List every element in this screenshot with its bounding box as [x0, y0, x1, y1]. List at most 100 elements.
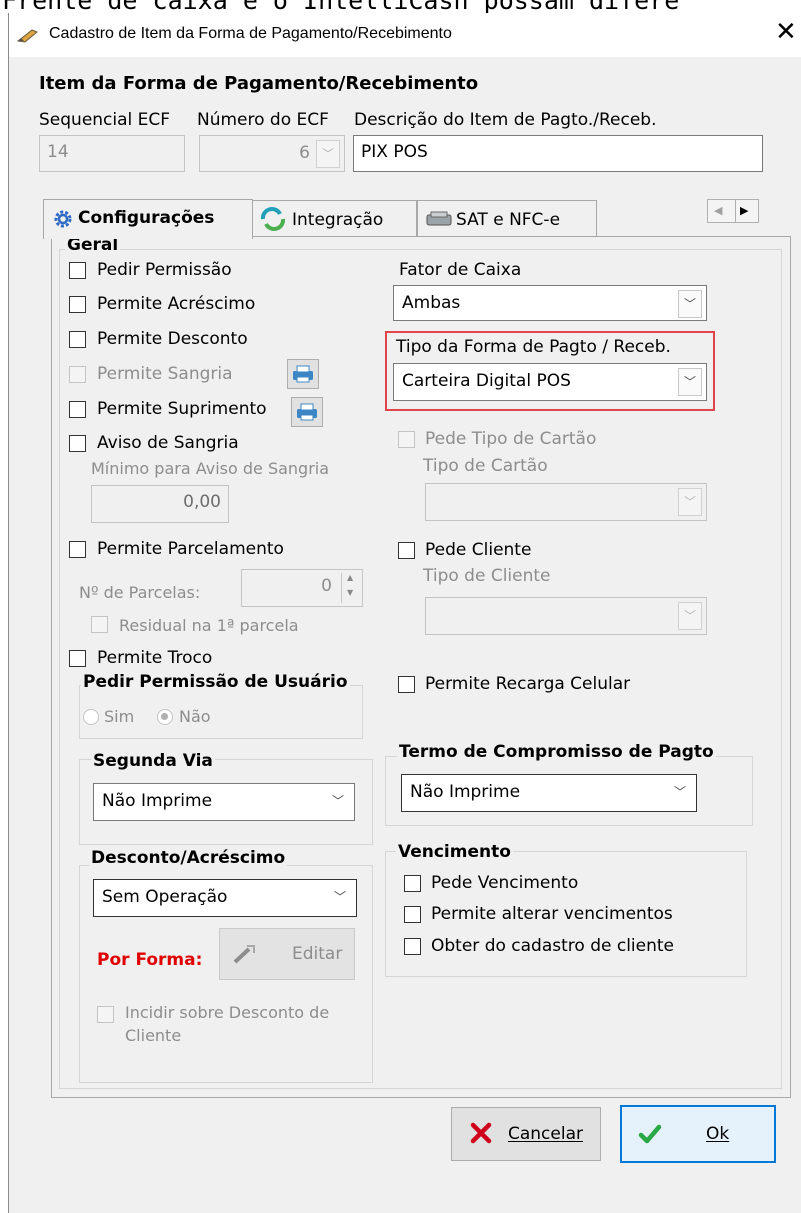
chevron-down-icon: ﹀	[333, 890, 346, 904]
scroll-left-icon[interactable]: ◀	[714, 204, 722, 217]
desconto-acrescimo-title: Desconto/Acréscimo	[89, 848, 288, 868]
chevron-down-icon: ﹀	[678, 368, 702, 396]
tab-integracao-label: Integração	[292, 210, 384, 230]
seq-ecf-field: 14	[39, 135, 185, 172]
desconto-acrescimo-value: Sem Operação	[102, 887, 228, 907]
permite-sangria-checkbox	[69, 366, 86, 383]
incidir-label-line2: Cliente	[125, 1026, 182, 1045]
chevron-down-icon: ﹀	[678, 602, 702, 630]
pedir-permissao-checkbox[interactable]	[69, 262, 86, 279]
tipo-cliente-label: Tipo de Cliente	[423, 566, 551, 586]
termo-title: Termo de Compromisso de Pagto	[397, 742, 716, 762]
termo-value: Não Imprime	[410, 782, 521, 802]
permite-desconto-checkbox[interactable]	[69, 331, 86, 348]
chevron-down-icon: ﹀	[331, 794, 344, 808]
sync-icon	[260, 207, 286, 236]
gear-icon	[52, 208, 74, 235]
scroll-right-icon[interactable]: ▶	[740, 204, 748, 217]
suprimento-print-button[interactable]	[291, 397, 323, 427]
cancel-x-icon	[470, 1122, 492, 1149]
printer-icon	[295, 403, 319, 426]
tipo-cartao-label: Tipo de Cartão	[423, 456, 548, 476]
permite-suprimento-checkbox[interactable]	[69, 401, 86, 418]
permite-desconto-label: Permite Desconto	[97, 329, 248, 349]
pede-cliente-checkbox[interactable]	[398, 542, 415, 559]
segunda-via-value: Não Imprime	[102, 791, 213, 811]
incidir-checkbox	[97, 1006, 114, 1023]
tipo-cartao-select: ﹀	[425, 483, 707, 521]
num-parcelas-label: Nº de Parcelas:	[79, 583, 201, 602]
num-ecf-label: Número do ECF	[197, 110, 329, 130]
chevron-down-icon: ﹀	[678, 488, 702, 516]
pedir-permissao-label: Pedir Permissão	[97, 260, 232, 280]
scroller-divider	[735, 200, 736, 222]
chevron-down-icon: ﹀	[316, 140, 340, 168]
ok-label: Ok	[706, 1124, 730, 1144]
sangria-print-button[interactable]	[287, 359, 319, 389]
aviso-sangria-label: Aviso de Sangria	[97, 433, 239, 453]
checkmark-icon	[638, 1123, 662, 1150]
tipo-forma-value: Carteira Digital POS	[402, 371, 571, 391]
sim-label: Sim	[104, 707, 135, 726]
permite-alterar-label: Permite alterar vencimentos	[431, 904, 673, 924]
permite-troco-checkbox[interactable]	[69, 650, 86, 667]
permite-recarga-checkbox[interactable]	[398, 676, 415, 693]
por-forma-label: Por Forma:	[97, 950, 203, 970]
num-ecf-select: 6 ﹀	[199, 135, 345, 172]
minimo-aviso-field: 0,00	[91, 485, 229, 523]
tipo-forma-select[interactable]: Carteira Digital POS ﹀	[393, 363, 707, 401]
editar-button[interactable]: Editar	[219, 928, 355, 980]
segunda-via-select[interactable]: Não Imprime ﹀	[93, 783, 355, 821]
parcelas-spinner: ▲ ▼	[341, 573, 360, 603]
tipo-cliente-select: ﹀	[425, 597, 707, 635]
printer-icon	[291, 365, 315, 388]
pencil-app-icon	[16, 27, 39, 47]
residual-checkbox	[91, 616, 108, 633]
nao-label: Não	[179, 707, 211, 726]
tipo-forma-label: Tipo da Forma de Pagto / Receb.	[396, 337, 671, 357]
seq-ecf-label: Sequencial ECF	[39, 110, 171, 130]
tab-sat-nfce-label: SAT e NFC-e	[456, 210, 561, 230]
obter-cadastro-checkbox[interactable]	[404, 938, 421, 955]
permite-alterar-checkbox[interactable]	[404, 906, 421, 923]
incidir-label-line1: Incidir sobre Desconto de	[125, 1003, 330, 1022]
pedir-permissao-usuario-title: Pedir Permissão de Usuário	[81, 672, 350, 692]
printer-icon	[426, 211, 452, 232]
pede-vencimento-checkbox[interactable]	[404, 875, 421, 892]
chevron-down-icon: ﹀	[673, 785, 686, 799]
spin-up-icon: ▲	[347, 573, 354, 582]
minimo-aviso-label: Mínimo para Aviso de Sangria	[91, 459, 330, 478]
ok-button[interactable]: Ok	[620, 1105, 776, 1163]
tab-scroller[interactable]: ◀ ▶	[707, 199, 759, 223]
permite-acrescimo-checkbox[interactable]	[69, 296, 86, 313]
tab-configuracoes[interactable]: Configurações	[43, 199, 253, 239]
termo-select[interactable]: Não Imprime ﹀	[401, 774, 697, 812]
tab-sat-nfce[interactable]: SAT e NFC-e	[417, 200, 597, 238]
aviso-sangria-checkbox[interactable]	[69, 435, 86, 452]
nao-radio	[157, 709, 173, 725]
cancelar-button[interactable]: Cancelar	[451, 1107, 601, 1161]
pede-cliente-label: Pede Cliente	[425, 540, 532, 560]
wand-icon	[232, 943, 258, 970]
pede-vencimento-label: Pede Vencimento	[431, 873, 579, 893]
desc-field[interactable]: PIX POS	[353, 135, 763, 172]
close-icon[interactable]: ✕	[775, 19, 797, 45]
tab-configuracoes-label: Configurações	[78, 208, 215, 228]
chevron-down-icon: ﹀	[678, 290, 702, 318]
permite-parcelamento-checkbox[interactable]	[69, 541, 86, 558]
section-title: Item da Forma de Pagamento/Recebimento	[39, 73, 479, 94]
fator-caixa-select[interactable]: Ambas ﹀	[393, 285, 707, 321]
vencimento-title: Vencimento	[396, 842, 513, 862]
pede-tipo-cartao-label: Pede Tipo de Cartão	[425, 429, 597, 449]
fator-caixa-value: Ambas	[402, 293, 461, 313]
permite-parcelamento-label: Permite Parcelamento	[97, 539, 284, 559]
dialog-window: Cadastro de Item da Forma de Pagamento/R…	[8, 13, 801, 1213]
segunda-via-title: Segunda Via	[91, 751, 215, 771]
title-bar: Cadastro de Item da Forma de Pagamento/R…	[9, 13, 801, 57]
tab-integracao[interactable]: Integração	[249, 200, 417, 238]
residual-label: Residual na 1ª parcela	[119, 616, 299, 635]
permite-troco-label: Permite Troco	[97, 648, 213, 668]
cancelar-label: Cancelar	[508, 1124, 583, 1144]
obter-cadastro-label: Obter do cadastro de cliente	[431, 936, 675, 956]
desconto-acrescimo-select[interactable]: Sem Operação ﹀	[93, 879, 357, 917]
